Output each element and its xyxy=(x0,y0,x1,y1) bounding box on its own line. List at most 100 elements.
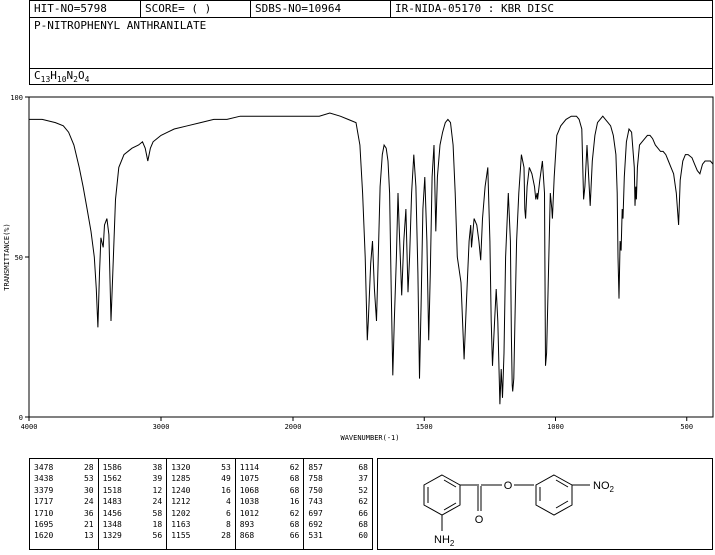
peak-wavenumber: 868 xyxy=(239,531,255,541)
score: SCORE= ( ) xyxy=(140,1,250,17)
peak-wavenumber: 1483 xyxy=(102,497,122,507)
peak-wavenumber: 3438 xyxy=(34,474,54,484)
x-tick-label: 3000 xyxy=(153,423,170,431)
x-axis-label: WAVENUMBER(-1) xyxy=(340,434,399,442)
peak-transmittance: 53 xyxy=(221,463,231,472)
peak-transmittance: 24 xyxy=(83,497,94,507)
peak-wavenumber: 1329 xyxy=(102,531,122,541)
peak-wavenumber: 1518 xyxy=(102,485,122,495)
peak-wavenumber: 1012 xyxy=(239,508,260,518)
peak-wavenumber: 1586 xyxy=(102,463,122,472)
peak-wavenumber: 1212 xyxy=(171,497,191,507)
peak-table: 3478 28 3438 53 3379 30 1717 24 1710 36 1695 21 1620… xyxy=(29,458,373,550)
peak-transmittance: 24 xyxy=(152,497,163,507)
x-tick-label: 2000 xyxy=(285,423,302,431)
structure-drawing: O O NO2 NH2 xyxy=(423,474,615,548)
benzene-ring-right xyxy=(535,474,590,516)
benzene-ring-left xyxy=(423,474,461,516)
peak-transmittance: 60 xyxy=(358,531,368,541)
peak-transmittance: 68 xyxy=(289,520,300,530)
peak-row: 3478 28 xyxy=(34,462,94,473)
header-info-row: HIT-NO=5798 SCORE= ( ) SDBS-NO=10964 IR-… xyxy=(29,0,713,18)
peak-wavenumber: 1075 xyxy=(239,474,260,484)
peak-transmittance: 38 xyxy=(152,463,163,472)
peak-wavenumber: 1695 xyxy=(34,520,54,530)
hit-number: HIT-NO=5798 xyxy=(34,2,107,15)
peak-wavenumber: 1620 xyxy=(34,531,54,541)
peak-wavenumber: 3379 xyxy=(34,485,54,495)
peak-transmittance: 37 xyxy=(358,474,368,484)
peak-row: 1710 36 xyxy=(34,508,94,519)
peak-wavenumber: 750 xyxy=(308,485,323,495)
peak-transmittance: 56 xyxy=(152,531,163,541)
ir-spectrum-chart: 4000 3000 2000 1500 1000 500 0 50 100 WAVENUMBER… xyxy=(3,94,714,442)
peak-row: 857 68 xyxy=(308,462,368,473)
spectrum-line xyxy=(29,112,714,405)
peak-wavenumber: 1710 xyxy=(34,508,54,518)
peak-transmittance: 16 xyxy=(289,497,300,507)
peak-wavenumber: 1456 xyxy=(102,508,122,518)
peak-row: 758 37 xyxy=(308,473,368,484)
peak-transmittance: 68 xyxy=(289,485,300,495)
peak-row: 868 66 xyxy=(240,530,300,541)
peak-transmittance: 58 xyxy=(152,508,163,518)
peak-row: 3438 53 xyxy=(34,473,94,484)
peak-transmittance: 36 xyxy=(83,508,94,518)
peak-row: 1483 24 xyxy=(103,496,163,507)
peak-row: 1562 39 xyxy=(103,473,163,484)
peak-transmittance: 30 xyxy=(83,485,94,495)
peak-row: 743 62 xyxy=(308,496,368,507)
y-tick-label: 100 xyxy=(10,94,23,102)
peak-row: 1212 4 xyxy=(171,496,231,507)
peak-transmittance: 68 xyxy=(358,520,368,530)
peak-row: 893 68 xyxy=(240,519,300,530)
peak-wavenumber: 1285 xyxy=(171,474,191,484)
nitro-group-label: NO2 xyxy=(593,480,615,494)
peak-row: 1038 16 xyxy=(240,496,300,507)
x-tick-label: 1500 xyxy=(416,423,433,431)
peak-row: 1620 13 xyxy=(34,530,94,541)
peak-row: 1456 58 xyxy=(103,508,163,519)
peak-transmittance: 8 xyxy=(225,520,231,530)
ester-oxygen-label: O xyxy=(504,480,513,492)
peak-wavenumber: 758 xyxy=(308,474,323,484)
y-tick-label: 50 xyxy=(15,254,23,262)
peak-transmittance: 53 xyxy=(83,474,94,484)
peak-wavenumber: 1320 xyxy=(171,463,191,472)
peak-transmittance: 66 xyxy=(289,531,300,541)
x-tick-label: 4000 xyxy=(21,423,38,431)
compound-name: P-NITROPHENYL ANTHRANILATE xyxy=(29,17,713,69)
peak-wavenumber: 1240 xyxy=(171,485,191,495)
peak-transmittance: 68 xyxy=(358,463,368,472)
sdbs-number: SDBS-NO=10964 xyxy=(250,1,390,17)
x-tick-label: 1000 xyxy=(547,423,564,431)
ester-bonds xyxy=(441,484,534,531)
peak-row: 1695 21 xyxy=(34,519,94,530)
peak-row: 692 68 xyxy=(308,519,368,530)
peak-wavenumber: 1202 xyxy=(171,508,191,518)
peak-row: 1155 28 xyxy=(171,530,231,541)
peak-wavenumber: 1068 xyxy=(239,485,260,495)
peak-transmittance: 62 xyxy=(289,463,300,472)
y-tick-label: 0 xyxy=(19,414,23,422)
peak-row: 750 52 xyxy=(308,485,368,496)
peak-row: 1240 16 xyxy=(171,485,231,496)
chemical-structure: O O NO2 NH2 xyxy=(377,458,713,550)
peak-column: 1320 53 1285 49 1240 16 1212 4 1202 6 1163 8 1155 28 xyxy=(167,459,236,549)
peak-transmittance: 62 xyxy=(358,497,368,507)
peak-wavenumber: 697 xyxy=(308,508,323,518)
peak-transmittance: 6 xyxy=(225,508,231,518)
peak-row: 1068 68 xyxy=(240,485,300,496)
peak-transmittance: 4 xyxy=(225,497,231,507)
peak-row: 1320 53 xyxy=(171,462,231,473)
peak-transmittance: 62 xyxy=(289,508,300,518)
peak-row: 531 60 xyxy=(308,530,368,541)
peak-wavenumber: 1155 xyxy=(171,531,191,541)
peak-wavenumber: 3478 xyxy=(34,463,54,472)
peak-row: 3379 30 xyxy=(34,485,94,496)
peak-transmittance: 49 xyxy=(221,474,231,484)
amino-group-label: NH2 xyxy=(434,534,455,548)
peak-wavenumber: 1038 xyxy=(239,497,260,507)
y-axis-label: TRANSMITTANCE(%) xyxy=(3,223,11,290)
peak-wavenumber: 893 xyxy=(239,520,255,530)
